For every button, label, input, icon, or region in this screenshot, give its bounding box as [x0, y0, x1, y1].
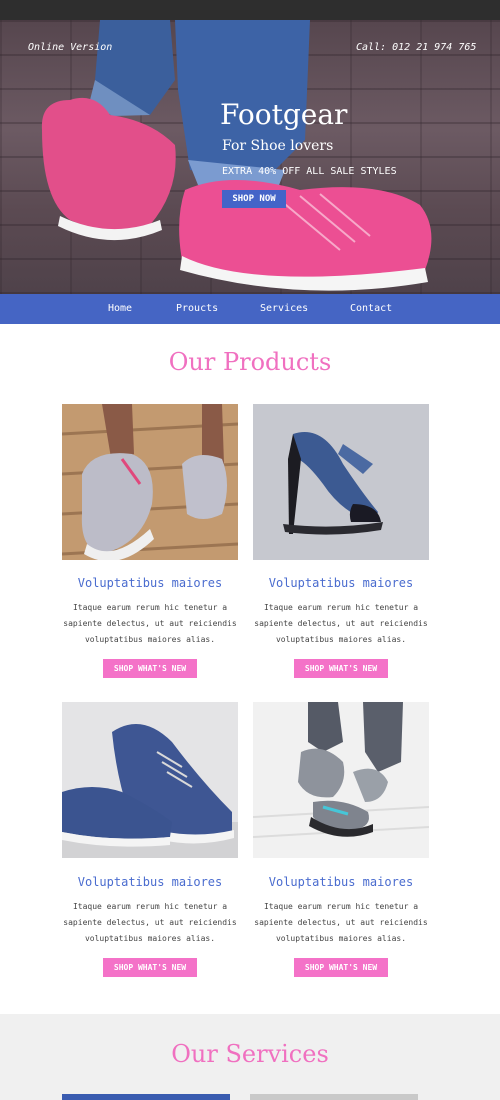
shop-whats-new-button[interactable]: SHOP WHAT'S NEW	[103, 659, 197, 678]
product-image-4[interactable]	[253, 702, 429, 858]
product-title-3[interactable]: Voluptatibus maiores	[62, 875, 238, 889]
shop-now-button[interactable]: SHOP NOW	[222, 190, 286, 208]
service-image-2[interactable]	[250, 1094, 418, 1100]
hero-tagline: For Shoe lovers	[222, 138, 334, 154]
desc-line: Itaque earum rerum hic tenetur a	[72, 902, 228, 911]
service-image-1[interactable]	[62, 1094, 230, 1100]
desc-line: voluptatibus maiores alias.	[275, 635, 407, 644]
product-image-1[interactable]	[62, 404, 238, 560]
product-desc-2: Itaque earum rerum hic tenetur a sapient…	[253, 600, 429, 648]
top-bar	[0, 0, 500, 20]
call-phone-label: Call: 012 21 974 765	[356, 42, 477, 53]
product-title-1[interactable]: Voluptatibus maiores	[62, 576, 238, 590]
services-section-title: Our Services	[171, 1040, 329, 1068]
main-nav: Home Proucts Services Contact	[0, 294, 500, 324]
desc-line: Itaque earum rerum hic tenetur a	[72, 603, 228, 612]
product-title-4[interactable]: Voluptatibus maiores	[253, 875, 429, 889]
desc-line: sapiente delectus, ut aut reiciendis	[254, 619, 428, 628]
nav-item-home[interactable]: Home	[108, 303, 132, 314]
nav-item-services[interactable]: Services	[260, 303, 308, 314]
desc-line: sapiente delectus, ut aut reiciendis	[63, 918, 237, 927]
desc-line: Itaque earum rerum hic tenetur a	[263, 603, 419, 612]
desc-line: voluptatibus maiores alias.	[275, 934, 407, 943]
shop-whats-new-button[interactable]: SHOP WHAT'S NEW	[294, 659, 388, 678]
shop-whats-new-button[interactable]: SHOP WHAT'S NEW	[294, 958, 388, 977]
desc-line: Itaque earum rerum hic tenetur a	[263, 902, 419, 911]
product-image-3[interactable]	[62, 702, 238, 858]
hero-banner: Online Version Call: 012 21 974 765 Foot…	[0, 20, 500, 294]
shop-whats-new-button[interactable]: SHOP WHAT'S NEW	[103, 958, 197, 977]
desc-line: voluptatibus maiores alias.	[84, 635, 216, 644]
online-version-link[interactable]: Online Version	[28, 42, 112, 53]
desc-line: voluptatibus maiores alias.	[84, 934, 216, 943]
product-desc-3: Itaque earum rerum hic tenetur a sapient…	[62, 899, 238, 947]
desc-line: sapiente delectus, ut aut reiciendis	[63, 619, 237, 628]
nav-item-contact[interactable]: Contact	[350, 303, 392, 314]
product-desc-4: Itaque earum rerum hic tenetur a sapient…	[253, 899, 429, 947]
product-desc-1: Itaque earum rerum hic tenetur a sapient…	[62, 600, 238, 648]
hero-sale-text: EXTRA 40% OFF ALL SALE STYLES	[222, 166, 397, 177]
hero-brand-title: Footgear	[220, 98, 348, 131]
nav-item-products[interactable]: Proucts	[176, 303, 218, 314]
product-title-2[interactable]: Voluptatibus maiores	[253, 576, 429, 590]
products-section-title: Our Products	[168, 348, 332, 376]
product-image-2[interactable]	[253, 404, 429, 560]
desc-line: sapiente delectus, ut aut reiciendis	[254, 918, 428, 927]
hero-shoes-illustration	[41, 20, 432, 291]
